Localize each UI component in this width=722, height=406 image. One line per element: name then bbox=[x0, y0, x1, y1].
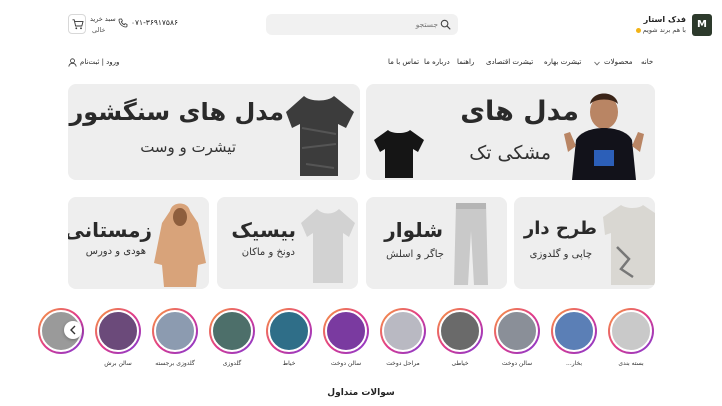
story-item[interactable]: خیاط bbox=[266, 308, 312, 374]
story-label: خیاط bbox=[282, 360, 296, 367]
story-item[interactable]: مراحل دوخت bbox=[380, 308, 426, 374]
search-input[interactable] bbox=[278, 17, 438, 32]
search-icon[interactable] bbox=[440, 19, 451, 30]
cart-status: خالی bbox=[92, 26, 106, 34]
category-subtitle: هودی و دورس bbox=[85, 246, 146, 257]
category-basic[interactable]: بیسیک دونخ و ماکان bbox=[217, 197, 358, 289]
printed-tshirt-image bbox=[603, 205, 655, 285]
story-item[interactable]: گلدوزی برجسته bbox=[152, 308, 198, 374]
brand-logo[interactable]: M bbox=[692, 14, 712, 36]
story-label: سالن برش bbox=[104, 360, 132, 367]
story-label: گلدوزی برجسته bbox=[155, 360, 195, 367]
story-item[interactable]: سالن دوخت bbox=[323, 308, 369, 374]
tagline-dot-icon bbox=[635, 27, 641, 33]
brand-tagline: با هم برند شویم bbox=[635, 26, 686, 34]
banner-stonewash-models[interactable]: مدل های سنگشور تیشرت و وست bbox=[68, 84, 360, 180]
black-tshirt-image bbox=[374, 130, 424, 178]
banner-subtitle: تیشرت و وست bbox=[140, 138, 236, 156]
story-thumbnail bbox=[439, 310, 481, 352]
story-thumbnail bbox=[610, 310, 652, 352]
story-label: سالن دوخت bbox=[330, 360, 362, 367]
category-subtitle: جاگر و اسلش bbox=[386, 249, 444, 260]
chevron-left-icon bbox=[70, 325, 76, 335]
story-thumbnail bbox=[325, 310, 367, 352]
story-item[interactable]: سالن دوخت bbox=[494, 308, 540, 374]
nav-guide[interactable]: راهنما bbox=[457, 58, 474, 66]
cart-icon bbox=[72, 19, 84, 30]
story-ring bbox=[551, 308, 597, 354]
category-title: طرح دار bbox=[523, 218, 597, 239]
brand-name[interactable]: فدک استار bbox=[644, 15, 686, 24]
story-item[interactable]: سالن برش bbox=[95, 308, 141, 374]
story-label: خیاطی bbox=[451, 360, 469, 367]
story-thumbnail bbox=[496, 310, 538, 352]
nav-contact[interactable]: تماس با ما bbox=[388, 58, 419, 66]
story-thumbnail bbox=[211, 310, 253, 352]
category-subtitle: چاپی و گلدوزی bbox=[529, 249, 592, 260]
banner-subtitle: مشکی تک bbox=[469, 142, 551, 164]
story-ring bbox=[380, 308, 426, 354]
nav-budget-tshirt[interactable]: تیشرت اقتصادی bbox=[486, 58, 533, 66]
story-label: سالن دوخت bbox=[501, 360, 533, 367]
nav-products[interactable]: محصولات bbox=[604, 58, 633, 66]
story-label: بخار... bbox=[566, 360, 582, 367]
nav-spring-tshirt[interactable]: تیشرت بهاره bbox=[544, 58, 581, 66]
site-header: M فدک استار با هم برند شویم ۰۷۱-۳۶۹۱۷۵۸۶… bbox=[0, 0, 722, 50]
search-bar[interactable] bbox=[266, 14, 458, 35]
story-item[interactable]: گلدوزی bbox=[209, 308, 255, 374]
story-item[interactable]: بسته بندی bbox=[608, 308, 654, 374]
story-ring bbox=[437, 308, 483, 354]
category-title: زمستانی bbox=[68, 218, 152, 242]
pants-image bbox=[454, 203, 488, 285]
user-icon[interactable] bbox=[68, 58, 77, 67]
stories-carousel: بسته بندی بخار... سالن دوخت خیاطی مراحل … bbox=[38, 308, 722, 374]
story-ring bbox=[323, 308, 369, 354]
story-thumbnail bbox=[382, 310, 424, 352]
chevron-down-icon[interactable] bbox=[594, 61, 600, 66]
cart-label[interactable]: سبد خرید bbox=[90, 15, 116, 23]
nav-home[interactable]: خانه bbox=[641, 58, 653, 66]
faq-heading: سوالات متداول bbox=[327, 388, 395, 398]
category-pants[interactable]: شلوار جاگر و اسلش bbox=[366, 197, 507, 289]
category-winter[interactable]: زمستانی هودی و دورس bbox=[68, 197, 209, 289]
story-thumbnail bbox=[553, 310, 595, 352]
model-photo bbox=[564, 93, 644, 180]
banner-title: مدل های سنگشور bbox=[69, 98, 284, 126]
story-item[interactable]: خیاطی bbox=[437, 308, 483, 374]
story-label: بسته بندی bbox=[618, 360, 644, 367]
phone-number[interactable]: ۰۷۱-۳۶۹۱۷۵۸۶ bbox=[131, 18, 178, 27]
category-title: بیسیک bbox=[231, 218, 296, 242]
story-ring bbox=[209, 308, 255, 354]
login-register-link[interactable]: ورود | ثبت‌نام bbox=[80, 58, 119, 66]
story-ring bbox=[266, 308, 312, 354]
story-item[interactable] bbox=[38, 308, 84, 374]
story-ring bbox=[152, 308, 198, 354]
story-label: مراحل دوخت bbox=[386, 360, 420, 367]
story-thumbnail bbox=[268, 310, 310, 352]
story-thumbnail bbox=[97, 310, 139, 352]
category-subtitle: دونخ و ماکان bbox=[241, 247, 295, 258]
main-navigation: خانه محصولات تیشرت بهاره تیشرت اقتصادی ر… bbox=[0, 58, 722, 72]
story-ring bbox=[95, 308, 141, 354]
basic-tshirt-image bbox=[301, 209, 355, 283]
stories-prev-button[interactable] bbox=[64, 321, 82, 339]
phone-icon bbox=[118, 18, 128, 28]
story-item[interactable]: بخار... bbox=[551, 308, 597, 374]
hoodie-image bbox=[154, 203, 206, 287]
category-title: شلوار bbox=[384, 218, 443, 242]
nav-about[interactable]: درباره ما bbox=[424, 58, 450, 66]
banner-black-models[interactable]: مدل های مشکی تک bbox=[366, 84, 655, 180]
story-thumbnail bbox=[154, 310, 196, 352]
story-ring bbox=[608, 308, 654, 354]
cart-button[interactable] bbox=[68, 14, 86, 34]
category-printed[interactable]: طرح دار چاپی و گلدوزی bbox=[514, 197, 655, 289]
story-label: گلدوزی bbox=[222, 360, 242, 367]
story-ring bbox=[494, 308, 540, 354]
stonewash-tshirt-image bbox=[286, 96, 354, 176]
